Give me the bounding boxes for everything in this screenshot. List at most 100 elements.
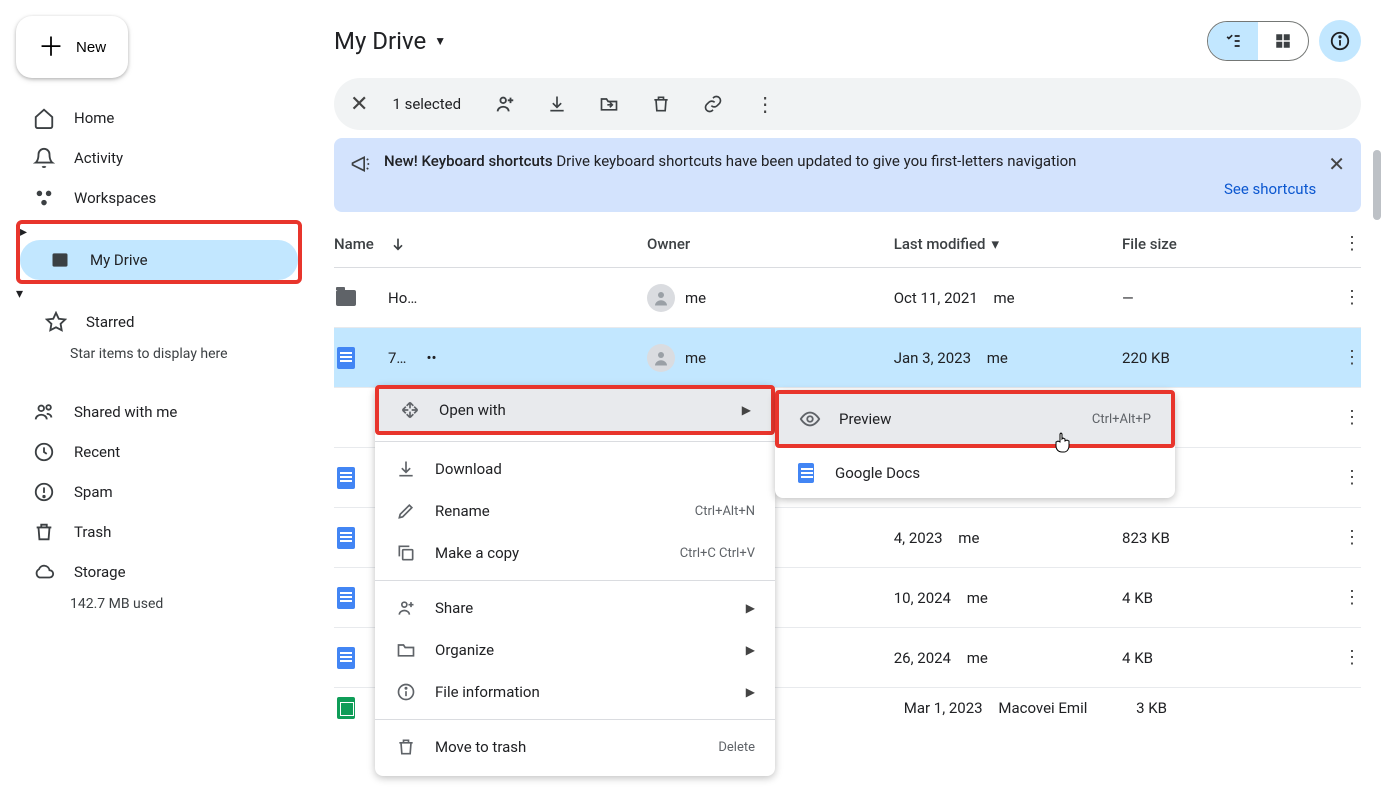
row-more-button[interactable]: ⋮: [1343, 407, 1361, 428]
chevron-right-icon: ▶: [746, 643, 755, 657]
sort-arrow-icon[interactable]: [390, 236, 406, 252]
starred-hint: Star items to display here: [16, 342, 302, 374]
context-open-with[interactable]: Open with ▶: [379, 389, 771, 431]
context-item-label: Share: [435, 599, 473, 617]
bell-icon: [32, 146, 56, 170]
context-file-info[interactable]: File information ▶: [375, 671, 775, 713]
table-header: Name Owner Last modified ▾ File size ⋮: [334, 220, 1361, 268]
more-actions-button[interactable]: ⋮: [753, 92, 777, 116]
location-title-text: My Drive: [334, 27, 426, 55]
plus-icon: ＋: [38, 34, 64, 60]
sidebar-item-recent[interactable]: Recent: [16, 432, 302, 472]
delete-button[interactable]: [649, 92, 673, 116]
storage-used: 142.7 MB used: [16, 592, 302, 612]
col-owner[interactable]: Owner: [647, 235, 894, 253]
context-organize[interactable]: Organize ▶: [375, 629, 775, 671]
submenu-google-docs[interactable]: Google Docs: [775, 448, 1175, 498]
workspaces-icon: [32, 186, 56, 210]
context-item-label: Rename: [435, 502, 490, 520]
table-row[interactable]: 7… •• me Jan 3, 2023 me 220 KB ⋮: [334, 328, 1361, 388]
banner-link[interactable]: See shortcuts: [384, 180, 1316, 198]
sidebar-item-label: Starred: [86, 313, 134, 331]
modified-date: Mar 1, 2023: [904, 699, 983, 717]
col-modified[interactable]: Last modified: [894, 235, 986, 253]
shortcut: Delete: [718, 740, 755, 755]
sidebar-item-label: Workspaces: [74, 189, 156, 207]
sidebar-item-label: Shared with me: [74, 403, 177, 421]
context-download[interactable]: Download: [375, 448, 775, 490]
doc-icon: [334, 646, 358, 670]
sidebar-item-workspaces[interactable]: Workspaces: [16, 178, 302, 218]
sidebar-item-starred[interactable]: Starred: [16, 302, 302, 342]
submenu-item-label: Preview: [839, 410, 891, 428]
grid-view-button[interactable]: [1258, 22, 1308, 60]
location-title[interactable]: My Drive ▼: [334, 27, 446, 55]
modified-by: Macovei Emil: [998, 699, 1087, 717]
row-more-button[interactable]: ⋮: [1343, 647, 1361, 668]
scrollbar-thumb[interactable]: [1373, 150, 1381, 220]
table-settings-button[interactable]: ⋮: [1343, 233, 1361, 254]
context-trash[interactable]: Move to trash Delete: [375, 726, 775, 768]
sidebar-item-home[interactable]: Home: [16, 98, 302, 138]
doc-icon: [334, 466, 358, 490]
context-item-label: Move to trash: [435, 738, 526, 756]
new-button[interactable]: ＋ New: [16, 16, 128, 78]
shortcut: Ctrl+Alt+N: [695, 504, 755, 519]
submenu-preview[interactable]: Preview Ctrl+Alt+P: [779, 394, 1171, 444]
row-more-button[interactable]: ⋮: [1343, 587, 1361, 608]
link-button[interactable]: [701, 92, 725, 116]
announcement-icon: [350, 154, 370, 174]
col-name[interactable]: Name: [334, 235, 374, 253]
doc-icon: [334, 406, 358, 430]
drive-icon: [48, 248, 72, 272]
move-button[interactable]: [597, 92, 621, 116]
submenu-item-label: Google Docs: [835, 464, 920, 482]
separator: [375, 580, 775, 581]
modified-by: me: [958, 529, 979, 547]
shortcuts-banner: New! Keyboard shortcuts Drive keyboard s…: [334, 138, 1361, 212]
chevron-down-icon[interactable]: ▾: [16, 286, 23, 302]
share-button[interactable]: [493, 92, 517, 116]
chevron-right-icon: ▶: [742, 403, 751, 417]
row-more-button[interactable]: ⋮: [1343, 467, 1361, 488]
chevron-down-icon[interactable]: ▾: [991, 235, 999, 253]
modified-date: 26, 2024: [894, 649, 951, 667]
context-item-label: Make a copy: [435, 544, 519, 562]
banner-close-button[interactable]: ✕: [1328, 152, 1345, 176]
file-name: 7…: [388, 349, 406, 367]
download-icon: [395, 458, 417, 480]
context-copy[interactable]: Make a copy Ctrl+C Ctrl+V: [375, 532, 775, 574]
table-row[interactable]: Ho… me Oct 11, 2021 me — ⋮: [334, 268, 1361, 328]
info-icon: [395, 681, 417, 703]
row-more-button[interactable]: ⋮: [1343, 527, 1361, 548]
banner-body: Drive keyboard shortcuts have been updat…: [556, 152, 1076, 170]
row-more-button[interactable]: ⋮: [1343, 347, 1361, 368]
clear-selection-button[interactable]: ✕: [350, 92, 368, 117]
modified-by: me: [967, 589, 988, 607]
doc-icon: [334, 586, 358, 610]
folder-icon: [395, 639, 417, 661]
list-view-button[interactable]: [1208, 22, 1258, 60]
file-size: 3 KB: [1136, 699, 1361, 717]
chevron-right-icon[interactable]: ▸: [20, 224, 27, 240]
download-button[interactable]: [545, 92, 569, 116]
modified-date: 10, 2024: [894, 589, 951, 607]
context-rename[interactable]: Rename Ctrl+Alt+N: [375, 490, 775, 532]
context-share[interactable]: Share ▶: [375, 587, 775, 629]
overflow-dots: ••: [426, 349, 436, 367]
sidebar-item-activity[interactable]: Activity: [16, 138, 302, 178]
banner-prefix: New! Keyboard shortcuts: [384, 152, 553, 170]
sidebar-item-shared[interactable]: Shared with me: [16, 392, 302, 432]
sidebar-item-trash[interactable]: Trash: [16, 512, 302, 552]
sidebar-item-my-drive[interactable]: My Drive: [20, 240, 298, 280]
sidebar-item-spam[interactable]: Spam: [16, 472, 302, 512]
modified-by: me: [994, 289, 1015, 307]
eye-icon: [799, 408, 821, 430]
sidebar-item-storage[interactable]: Storage: [16, 552, 302, 592]
chevron-right-icon: ▶: [746, 685, 755, 699]
col-size[interactable]: File size: [1122, 235, 1343, 253]
owner-name: me: [685, 349, 706, 367]
info-button[interactable]: [1319, 20, 1361, 62]
row-more-button[interactable]: ⋮: [1343, 287, 1361, 308]
context-item-label: Organize: [435, 641, 494, 659]
